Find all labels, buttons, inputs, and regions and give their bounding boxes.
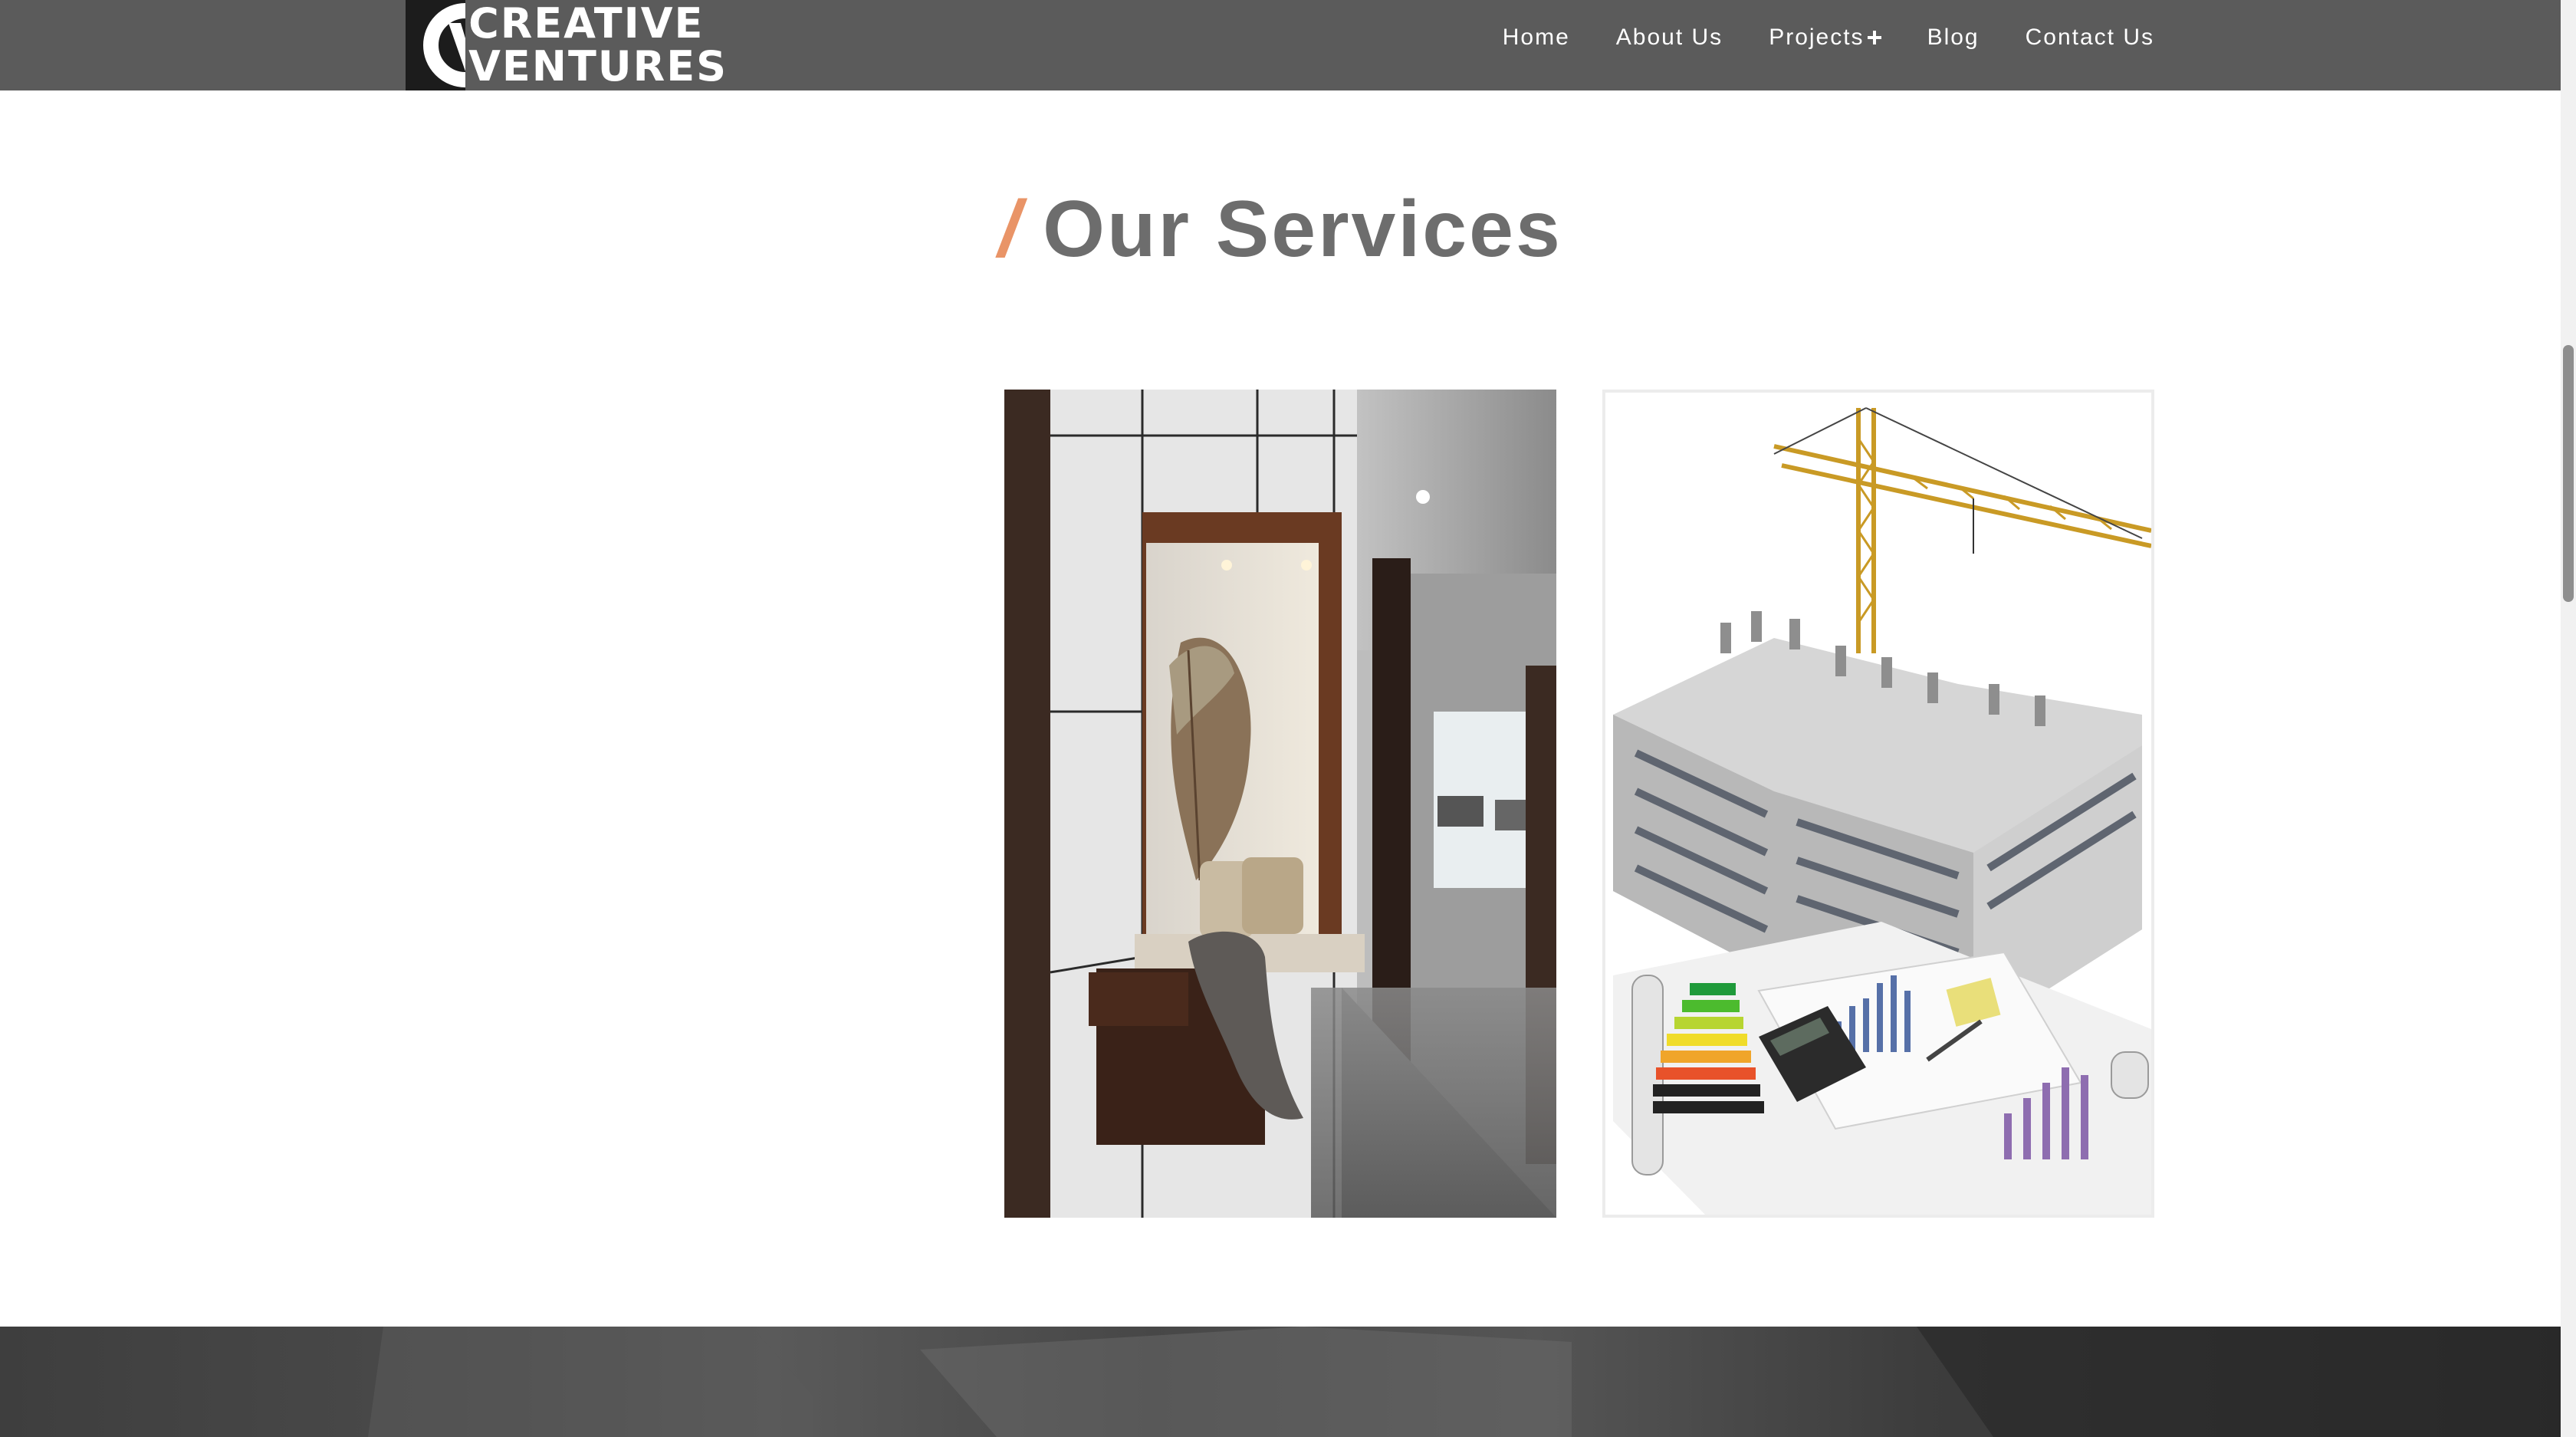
nav-projects-label: Projects	[1769, 25, 1865, 50]
logo[interactable]: CREATIVE VENTURES	[406, 0, 728, 90]
services-heading: / Our Services	[0, 184, 2561, 275]
interior-hallway-bench-image	[1004, 390, 1556, 1218]
nav-blog[interactable]: Blog	[1904, 25, 2003, 51]
scrollbar-thumb[interactable]	[2563, 345, 2574, 602]
logo-line-2: VENTURES	[468, 42, 728, 90]
page-scrollbar[interactable]	[2561, 0, 2576, 1437]
logo-mark-icon	[406, 0, 466, 90]
background-photo-image	[368, 1327, 2561, 1437]
nav-home[interactable]: Home	[1480, 25, 1593, 51]
site-header: CREATIVE VENTURES Home About Us Projects…	[0, 0, 2561, 90]
title-slash-accent: /	[998, 185, 1024, 274]
main-nav: Home About Us Projects Blog Contact Us	[1480, 0, 2154, 75]
building-construction-crane-plans-image	[1605, 393, 2151, 1215]
service-card-construction[interactable]	[1602, 390, 2154, 1218]
nav-about-us[interactable]: About Us	[1593, 25, 1746, 51]
logo-line-1: CREATIVE	[468, 0, 705, 48]
service-card-interior[interactable]	[1004, 390, 1556, 1218]
next-section-background	[0, 1327, 2561, 1437]
services-title-text: Our Services	[1043, 185, 1562, 274]
nav-projects[interactable]: Projects	[1746, 25, 1904, 51]
nav-contact-us[interactable]: Contact Us	[2003, 25, 2154, 51]
plus-icon[interactable]	[1867, 31, 1881, 44]
logo-text: CREATIVE VENTURES	[465, 0, 728, 90]
